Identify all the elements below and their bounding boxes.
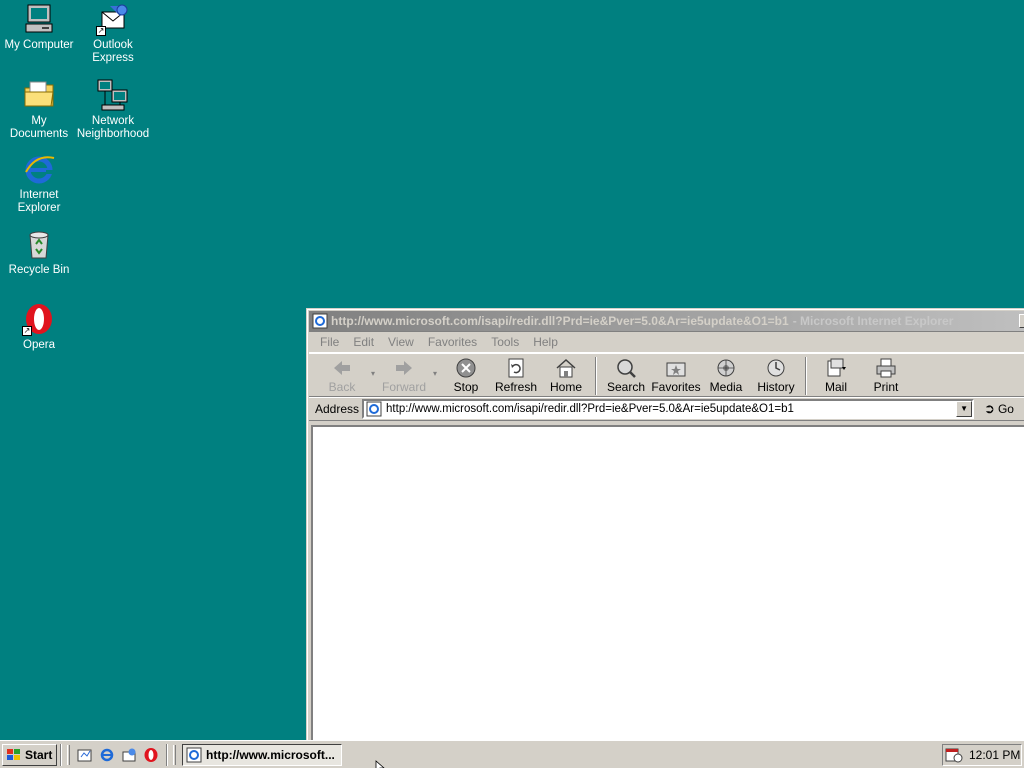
taskbar-button-label: http://www.microsoft...: [206, 747, 335, 762]
menu-file[interactable]: File: [313, 335, 346, 349]
forward-button[interactable]: Forward: [379, 357, 429, 394]
opera-icon: ↗: [22, 302, 56, 336]
back-arrow-icon: [331, 357, 353, 379]
taskbar: Start http://www.microsoft... 12:01 PM: [0, 740, 1024, 768]
window-title: http://www.microsoft.com/isapi/redir.dll…: [331, 314, 789, 328]
ie-page-icon: [186, 747, 202, 763]
menu-bar: File Edit View Favorites Tools Help: [309, 331, 1024, 353]
taskbar-button-ie[interactable]: http://www.microsoft...: [182, 743, 342, 766]
refresh-button[interactable]: Refresh: [491, 357, 541, 394]
outlook-express-icon[interactable]: [121, 747, 137, 763]
print-button[interactable]: Print: [861, 357, 911, 394]
toolbar-separator: [805, 357, 807, 395]
quick-launch: [73, 747, 163, 763]
ie-page-icon: [366, 401, 382, 417]
desktop-icon-label: Recycle Bin: [8, 264, 70, 276]
mail-button[interactable]: Mail: [811, 357, 861, 394]
shortcut-arrow-icon: ↗: [96, 26, 106, 36]
windows-logo-icon: [6, 748, 22, 762]
scheduler-icon[interactable]: [945, 747, 963, 763]
address-input[interactable]: http://www.microsoft.com/isapi/redir.dll…: [362, 399, 975, 419]
history-button[interactable]: History: [751, 357, 801, 394]
desktop-icon-label: Opera: [23, 339, 55, 351]
address-bar: Address http://www.microsoft.com/isapi/r…: [309, 397, 1024, 421]
desktop-icon-my-computer[interactable]: My Computer: [0, 2, 78, 52]
internet-explorer-icon: [22, 152, 56, 186]
outlook-express-icon: ↗: [96, 2, 130, 36]
stop-button[interactable]: Stop: [441, 357, 491, 394]
history-icon: [765, 357, 787, 379]
title-bar[interactable]: http://www.microsoft.com/isapi/redir.dll…: [309, 311, 1024, 331]
taskbar-divider: [166, 743, 168, 766]
favorites-icon: [665, 357, 687, 379]
go-button[interactable]: ➲ Go: [984, 401, 1014, 417]
recycle-bin-icon: [22, 227, 56, 261]
back-dropdown-icon[interactable]: ▾: [367, 357, 379, 378]
menu-favorites[interactable]: Favorites: [421, 335, 484, 349]
mouse-cursor-icon: [375, 760, 385, 768]
clock[interactable]: 12:01 PM: [969, 748, 1020, 762]
system-tray: 12:01 PM: [942, 744, 1022, 766]
desktop-icon-label: Internet Explorer: [17, 189, 61, 214]
shortcut-arrow-icon: ↗: [22, 326, 32, 336]
menu-help[interactable]: Help: [526, 335, 565, 349]
address-url: http://www.microsoft.com/isapi/redir.dll…: [386, 403, 794, 415]
home-button[interactable]: Home: [541, 357, 591, 394]
toolbar-separator: [595, 357, 597, 395]
menu-view[interactable]: View: [381, 335, 421, 349]
ie-page-icon: [312, 313, 328, 329]
taskbar-divider: [60, 743, 62, 766]
page-content-area[interactable]: [311, 425, 1024, 744]
back-button[interactable]: Back: [317, 357, 367, 394]
desktop-icon-label: Network Neighborhood: [76, 115, 150, 140]
desktop-icon-label: My Documents: [9, 115, 69, 140]
home-icon: [555, 357, 577, 379]
mail-icon: [825, 357, 847, 379]
standard-toolbar: Back ▾ Forward ▾ Stop Refresh Home Searc…: [309, 353, 1024, 397]
forward-arrow-icon: [393, 357, 415, 379]
printer-icon: [875, 357, 897, 379]
search-button[interactable]: Search: [601, 357, 651, 394]
opera-icon[interactable]: [143, 747, 159, 763]
desktop-icon-network-neighborhood[interactable]: Network Neighborhood: [74, 78, 152, 141]
taskbar-grip[interactable]: [173, 744, 176, 765]
desktop-icon-my-documents[interactable]: My Documents: [0, 78, 78, 141]
desktop-icon-internet-explorer[interactable]: Internet Explorer: [0, 152, 78, 215]
go-arrow-icon: ➲: [984, 401, 995, 416]
forward-dropdown-icon[interactable]: ▾: [429, 357, 441, 378]
search-icon: [615, 357, 637, 379]
window-app-name: - Microsoft Internet Explorer: [792, 314, 954, 328]
favorites-button[interactable]: Favorites: [651, 357, 701, 394]
minimize-button[interactable]: [1019, 314, 1024, 328]
start-button[interactable]: Start: [2, 743, 57, 766]
media-icon: [715, 357, 737, 379]
my-documents-icon: [22, 78, 56, 112]
stop-icon: [455, 357, 477, 379]
show-desktop-icon[interactable]: [77, 747, 93, 763]
media-button[interactable]: Media: [701, 357, 751, 394]
desktop-icon-opera[interactable]: ↗ Opera: [0, 302, 78, 352]
taskbar-grip[interactable]: [67, 744, 70, 765]
address-dropdown-icon[interactable]: ▼: [956, 401, 973, 417]
refresh-icon: [505, 357, 527, 379]
my-computer-icon: [22, 2, 56, 36]
internet-explorer-icon[interactable]: [99, 747, 115, 763]
desktop-icon-label: My Computer: [4, 39, 74, 51]
ie-window[interactable]: http://www.microsoft.com/isapi/redir.dll…: [306, 308, 1024, 744]
address-label: Address: [315, 402, 360, 416]
desktop-icon-outlook-express[interactable]: ↗ Outlook Express: [74, 2, 152, 65]
network-neighborhood-icon: [96, 78, 130, 112]
menu-tools[interactable]: Tools: [484, 335, 526, 349]
desktop-icon-label: Outlook Express: [92, 39, 134, 64]
desktop-icon-recycle-bin[interactable]: Recycle Bin: [0, 227, 78, 277]
menu-edit[interactable]: Edit: [346, 335, 381, 349]
start-label: Start: [25, 747, 53, 762]
